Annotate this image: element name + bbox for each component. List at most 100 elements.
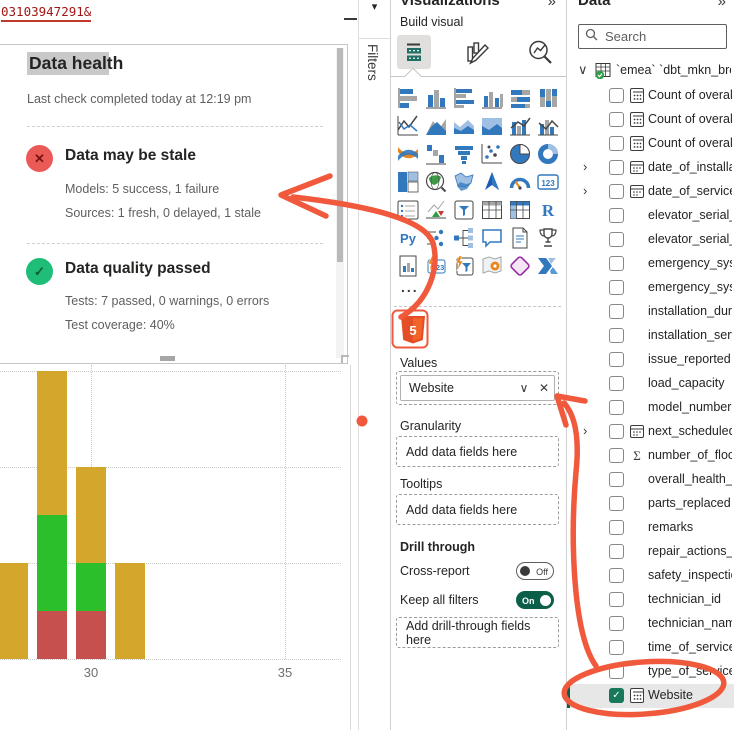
dynamic-slicer-icon[interactable] [452,254,476,278]
field-row-issue_reported[interactable]: issue_reported [567,348,734,372]
stacked-area-chart-icon[interactable] [452,114,476,138]
scatter-chart-icon[interactable] [480,142,504,166]
field-row-overall_health_c[interactable]: overall_health_c... [567,468,734,492]
map-icon[interactable] [424,170,448,194]
field-row-date_of_installa[interactable]: ›date_of_installa... [567,156,734,180]
field-row-parts_replaced[interactable]: parts_replaced [567,492,734,516]
field-row-elevator_serial_[interactable]: elevator_serial_... [567,204,734,228]
field-row-date_of_service[interactable]: ›date_of_service [567,180,734,204]
scrollbar-thumb[interactable] [337,48,343,262]
search-box[interactable] [578,24,727,49]
collapse-pane-icon[interactable]: » [718,0,726,10]
r-script-visual-icon[interactable]: R [536,198,560,222]
chevron-down-icon[interactable]: ∨ [514,381,534,395]
field-checkbox[interactable] [609,352,624,367]
line-chart-icon[interactable] [396,114,420,138]
field-checkbox[interactable] [609,112,624,127]
field-checkbox[interactable] [609,520,624,535]
remove-field-icon[interactable]: ✕ [534,381,554,395]
power-automate-icon[interactable] [536,254,560,278]
chevron-down-icon[interactable]: ∨ [578,62,588,78]
field-row-next_scheduled[interactable]: ›next_scheduled... [567,420,734,444]
table-icon[interactable] [480,198,504,222]
clustered-column-chart-icon[interactable] [480,86,504,110]
decomposition-tree-icon[interactable] [452,226,476,250]
cross-report-toggle[interactable]: Off [516,562,554,580]
field-row-countofoveral[interactable]: Count of overal... [567,108,734,132]
azure-map-icon[interactable] [480,170,504,194]
field-row-technician_name[interactable]: technician_name [567,612,734,636]
bar-segment-red-x29[interactable] [37,611,67,659]
power-bi-report-icon[interactable] [396,254,420,278]
metrics-icon[interactable] [536,226,560,250]
search-input[interactable] [603,28,726,45]
card-horizontal-scrollbar-thumb[interactable] [160,356,175,361]
field-checkbox[interactable] [609,232,624,247]
card-resize-corner[interactable] [341,355,349,363]
field-checkbox[interactable] [609,448,624,463]
get-more-visuals-button[interactable]: ... [401,279,419,295]
field-checkbox[interactable] [609,208,624,223]
gauge-icon[interactable] [508,170,532,194]
field-row-remarks[interactable]: remarks [567,516,734,540]
bar-segment-gold-x31[interactable] [115,563,145,659]
filters-pane-label[interactable]: Filters [365,44,380,81]
arcgis-map-icon[interactable] [480,254,504,278]
html-content-custom-visual-icon[interactable]: 5 [398,314,428,345]
field-checkbox[interactable] [609,136,624,151]
field-row-emergency_syst[interactable]: emergency_syst... [567,276,734,300]
ribbon-chart-icon[interactable] [396,142,420,166]
stacked-column-chart-icon[interactable] [424,86,448,110]
field-row-countofoveral[interactable]: Count of overal... [567,132,734,156]
bar-segment-gold-x29[interactable] [37,371,67,515]
matrix-icon[interactable] [508,198,532,222]
chevron-right-icon[interactable]: › [583,423,587,438]
values-field-well[interactable]: Website ∨ ✕ [396,371,559,405]
field-row-safety_inspectio[interactable]: safety_inspectio... [567,564,734,588]
field-checkbox[interactable] [609,664,624,679]
chevron-right-icon[interactable]: › [583,159,587,174]
field-row-technician_id[interactable]: technician_id [567,588,734,612]
field-checkbox[interactable] [609,400,624,415]
field-row-elevator_serial_[interactable]: elevator_serial_... [567,228,734,252]
field-checkbox[interactable] [609,616,624,631]
field-checkbox[interactable] [609,304,624,319]
bar-segment-green-x29[interactable] [37,515,67,611]
drill-through-field-well[interactable]: Add drill-through fields here [396,617,559,648]
field-checkbox[interactable] [609,472,624,487]
granularity-field-well[interactable]: Add data fields here [396,436,559,467]
filled-map-icon[interactable] [452,170,476,194]
chevron-right-icon[interactable]: › [583,183,587,198]
python-visual-icon[interactable]: Py [396,226,420,250]
collapse-pane-icon[interactable]: » [548,0,556,10]
field-row-repair_actions_t[interactable]: repair_actions_t... [567,540,734,564]
card-vertical-scrollbar[interactable] [336,48,344,358]
100-stacked-bar-chart-icon[interactable] [508,86,532,110]
tab-format-visual[interactable] [459,35,493,69]
power-apps-icon[interactable] [508,254,532,278]
100-stacked-column-chart-icon[interactable] [536,86,560,110]
tab-analytics[interactable] [523,35,557,69]
tooltips-field-well[interactable]: Add data fields here [396,494,559,525]
waterfall-chart-icon[interactable] [424,142,448,166]
stacked-column-chart-visual[interactable]: 3035 [0,365,351,730]
field-checkbox[interactable] [609,376,624,391]
field-row-time_of_service[interactable]: time_of_service [567,636,734,660]
treemap-icon[interactable] [396,170,420,194]
table-node-root[interactable]: ∨ `emea` `dbt_mkn_bron... [567,59,734,83]
pie-chart-icon[interactable] [508,142,532,166]
bar-segment-gold-x30[interactable] [76,467,106,563]
dynamic-card-icon[interactable]: 123 [424,254,448,278]
field-row-type_of_service[interactable]: type_of_service [567,660,734,684]
clustered-bar-chart-icon[interactable] [452,86,476,110]
donut-chart-icon[interactable] [536,142,560,166]
field-checkbox[interactable] [609,160,624,175]
field-row-emergency_syst[interactable]: emergency_syst... [567,252,734,276]
slicer-icon[interactable] [452,198,476,222]
field-checkbox[interactable] [609,424,624,439]
field-pill-website[interactable]: Website ∨ ✕ [400,375,555,401]
kpi-icon[interactable] [424,198,448,222]
line-and-stacked-column-chart-icon[interactable] [508,114,532,138]
stacked-bar-chart-icon[interactable] [396,86,420,110]
expand-filters-button[interactable]: ▾ [359,0,390,39]
